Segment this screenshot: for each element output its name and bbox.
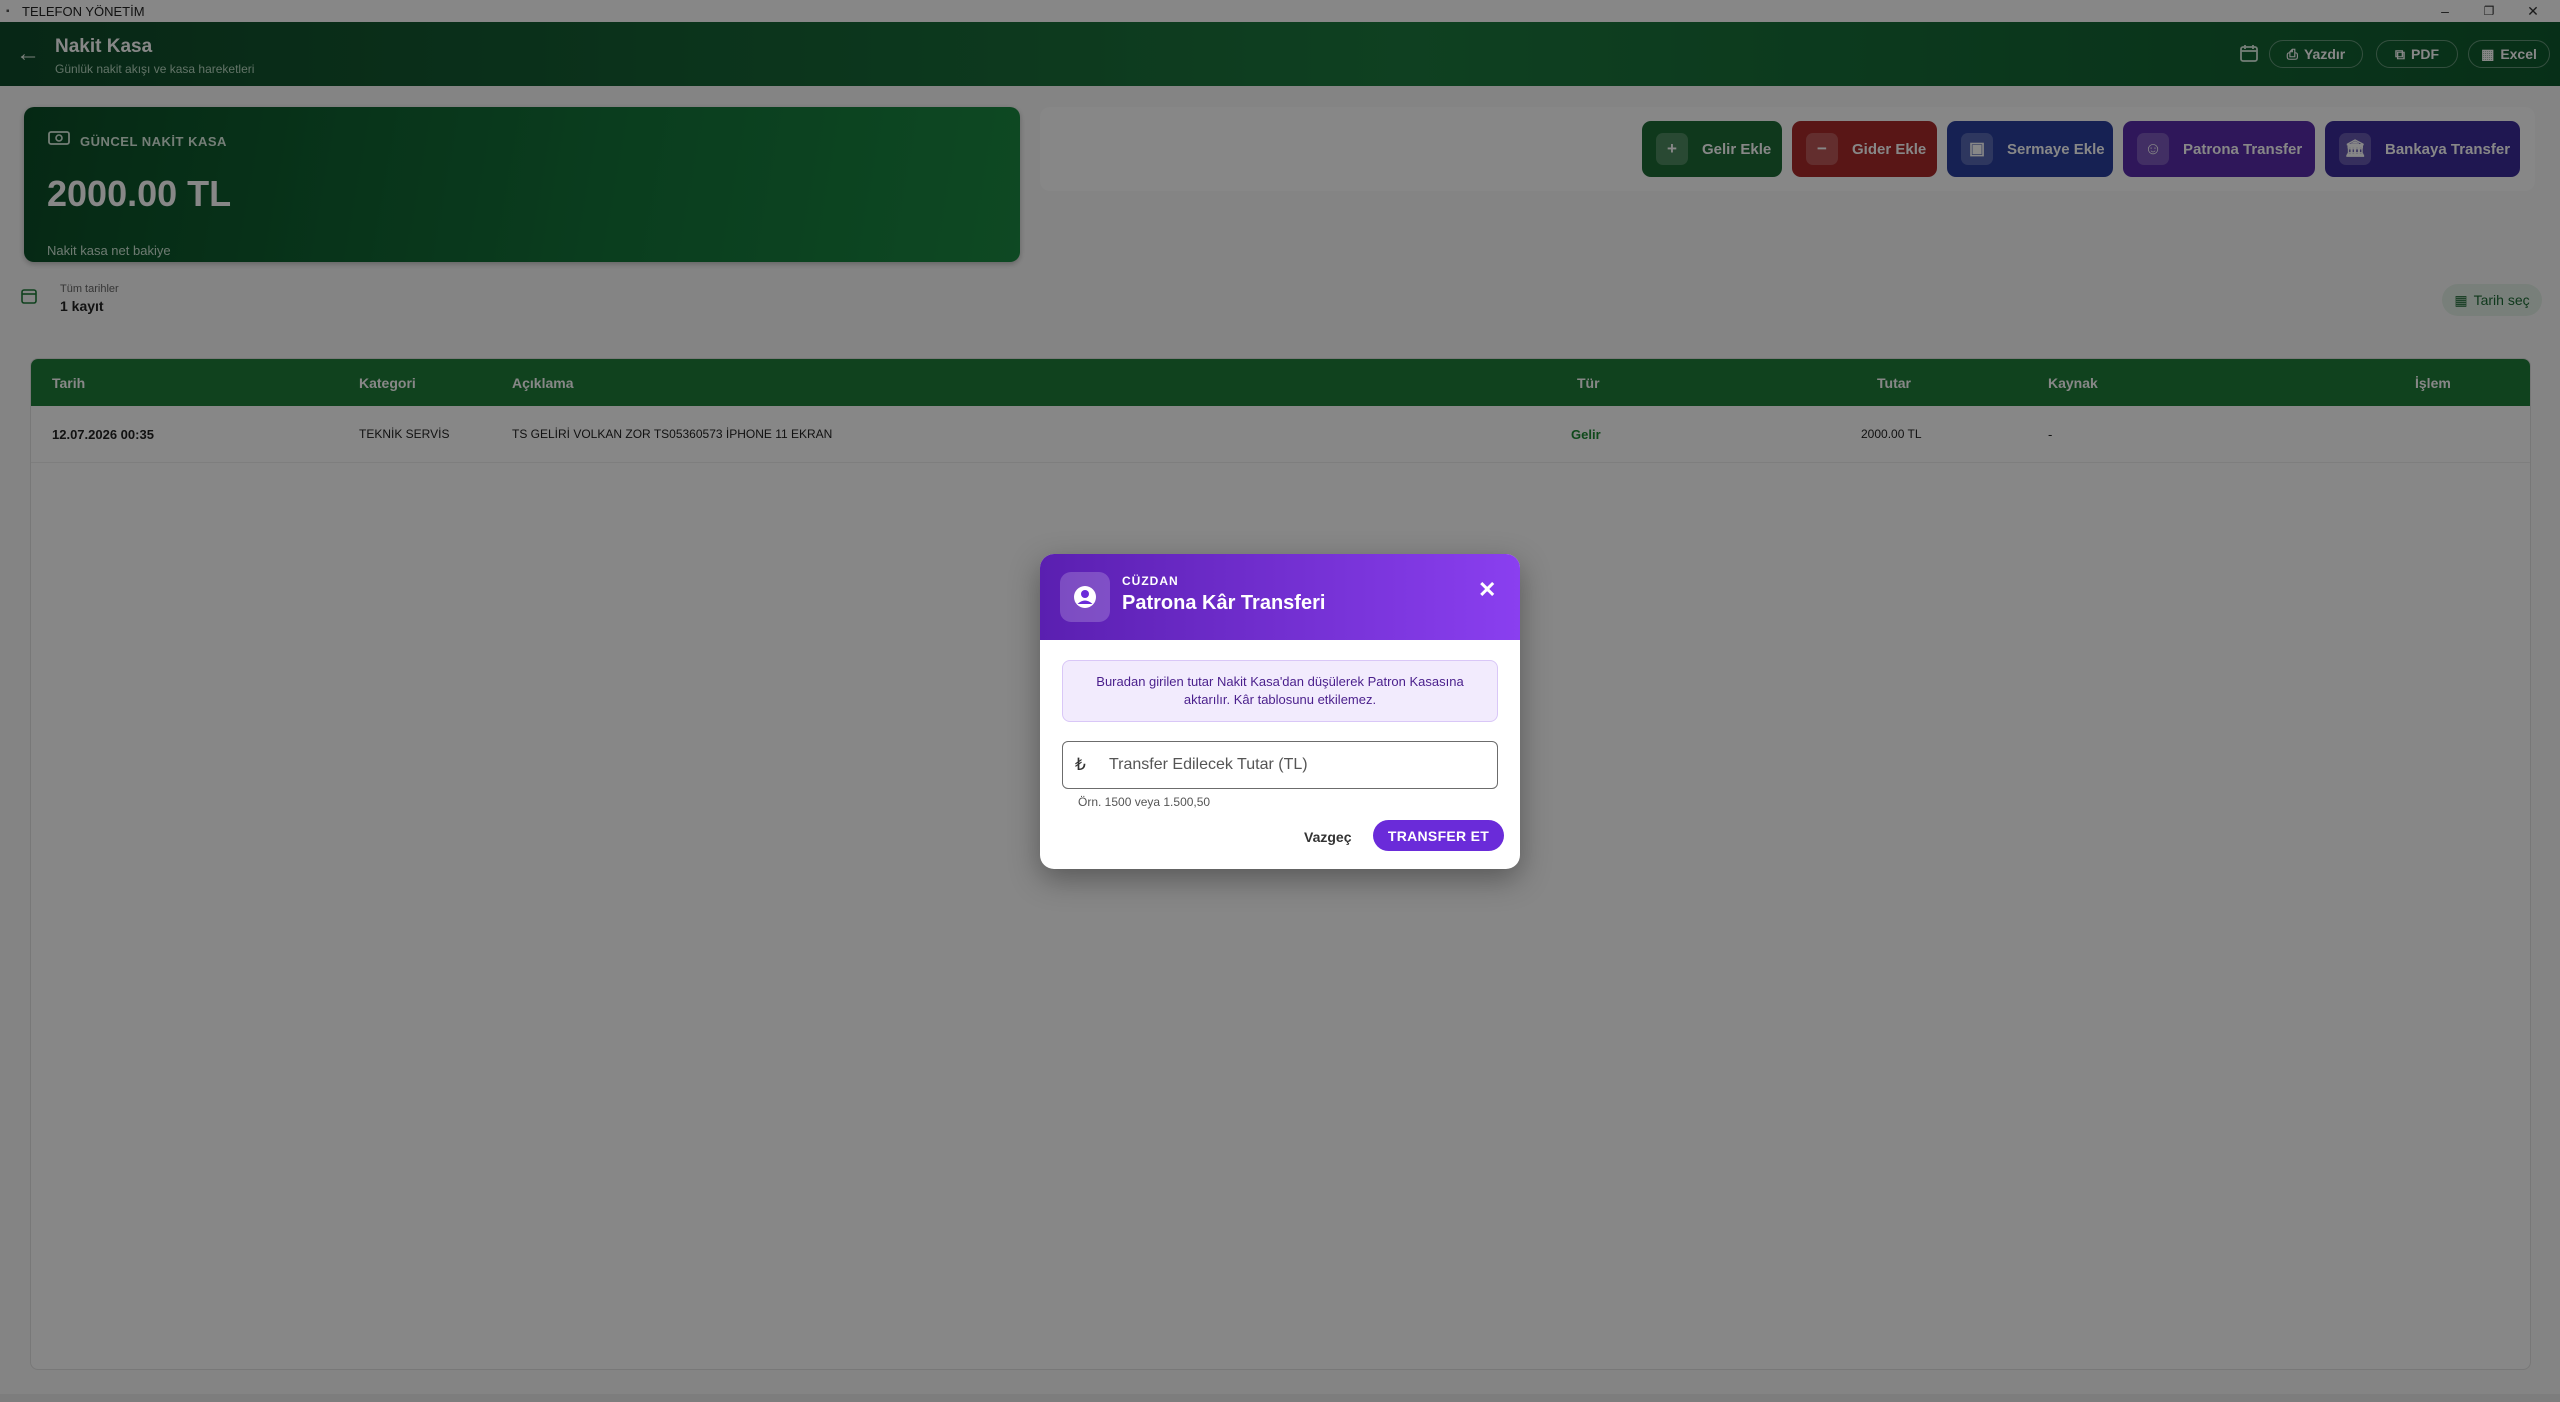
- lira-icon: ₺: [1075, 755, 1086, 774]
- transfer-button[interactable]: TRANSFER ET: [1373, 820, 1504, 851]
- info-box: Buradan girilen tutar Nakit Kasa'dan düş…: [1062, 660, 1498, 722]
- amount-input[interactable]: [1107, 755, 1491, 775]
- user-circle-icon: [1074, 586, 1096, 608]
- cancel-button[interactable]: Vazgeç: [1304, 829, 1351, 845]
- amount-hint: Örn. 1500 veya 1.500,50: [1078, 795, 1211, 809]
- owner-transfer-dialog: CÜZDAN Patrona Kâr Transferi ✕ Buradan g…: [1040, 554, 1520, 869]
- close-icon[interactable]: ✕: [1478, 577, 1496, 603]
- dialog-header: CÜZDAN Patrona Kâr Transferi ✕: [1040, 554, 1520, 640]
- bottom-strip: [0, 1394, 2560, 1402]
- avatar: [1060, 572, 1110, 622]
- amount-field[interactable]: ₺: [1062, 741, 1498, 789]
- dialog-kicker: CÜZDAN: [1122, 574, 1179, 588]
- dialog-title: Patrona Kâr Transferi: [1122, 592, 1326, 614]
